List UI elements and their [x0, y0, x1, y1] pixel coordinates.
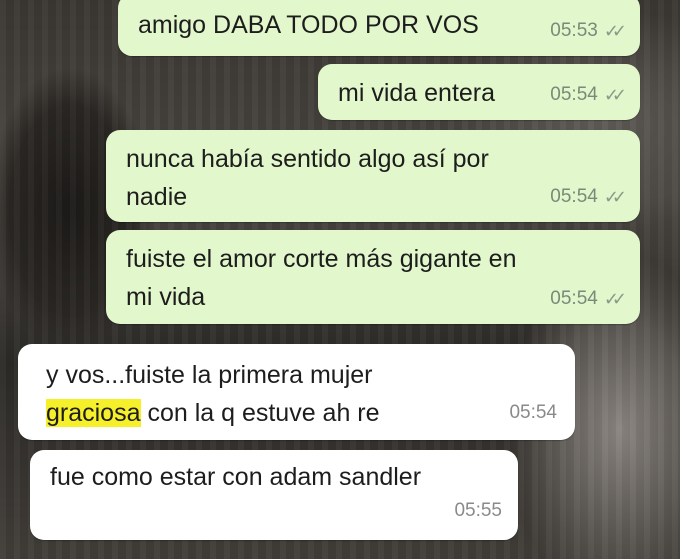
- message-text-line1: y vos...fuiste la primera mujer: [46, 361, 373, 389]
- message-meta: 05:54 ✓✓: [550, 76, 627, 114]
- message-time: 05:54: [509, 402, 557, 423]
- read-ticks-icon: ✓✓: [603, 187, 627, 207]
- message-time: 05:54: [550, 84, 598, 105]
- message-text-rest: con la q estuve ah re: [140, 399, 380, 427]
- message-time: 05:54: [550, 186, 598, 207]
- message-outgoing[interactable]: mi vida entera 05:54 ✓✓: [318, 64, 640, 120]
- message-text: amigo DABA TODO POR VOS: [138, 11, 479, 39]
- message-text: fue como estar con adam sandler: [50, 463, 422, 491]
- message-time: 05:53: [550, 20, 598, 41]
- message-text: y vos...fuiste la primera mujer graciosa …: [46, 356, 559, 432]
- message-incoming[interactable]: fue como estar con adam sandler 05:55: [30, 450, 518, 540]
- read-ticks-icon: ✓✓: [603, 85, 627, 105]
- message-time: 05:54: [550, 288, 598, 309]
- message-meta: 05:54 ✓✓: [550, 178, 627, 216]
- message-text: nunca había sentido algo así por nadie: [126, 145, 489, 211]
- message-outgoing[interactable]: amigo DABA TODO POR VOS 05:53 ✓✓: [118, 0, 640, 56]
- message-time: 05:55: [454, 500, 502, 521]
- message-meta: 05:55: [454, 492, 502, 530]
- message-text: fuiste el amor corte más gigante en mi v…: [126, 245, 517, 311]
- read-ticks-icon: ✓✓: [603, 289, 627, 309]
- highlighted-word: graciosa: [46, 399, 141, 427]
- read-ticks-icon: ✓✓: [603, 21, 627, 41]
- message-incoming[interactable]: y vos...fuiste la primera mujer graciosa …: [18, 344, 575, 440]
- message-meta: 05:54: [509, 394, 557, 432]
- message-text: mi vida entera: [338, 79, 496, 107]
- message-outgoing[interactable]: nunca había sentido algo así por nadie 0…: [106, 130, 640, 222]
- message-meta: 05:54 ✓✓: [550, 280, 627, 318]
- message-outgoing[interactable]: fuiste el amor corte más gigante en mi v…: [106, 230, 640, 324]
- message-meta: 05:53 ✓✓: [550, 12, 627, 50]
